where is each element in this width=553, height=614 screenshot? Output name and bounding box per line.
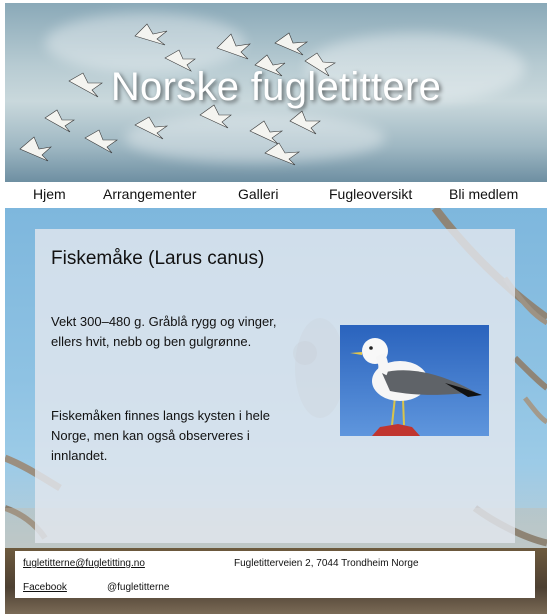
header-banner: Norske fugletittere xyxy=(5,3,547,182)
nav-item-hjem[interactable]: Hjem xyxy=(33,186,66,202)
footer-facebook-handle: @fugletitterne xyxy=(107,582,170,593)
footer-facebook-link[interactable]: Facebook xyxy=(23,582,67,593)
main-nav: Hjem Arrangementer Galleri Fugleoversikt… xyxy=(5,182,547,208)
common-gull-photo xyxy=(340,325,489,436)
article-title: Fiskemåke (Larus canus) xyxy=(51,248,265,269)
nav-item-galleri[interactable]: Galleri xyxy=(238,186,278,202)
footer-address: Fugletitterveien 2, 7044 Trondheim Norge xyxy=(234,558,419,569)
article-paragraph-1: Vekt 300–480 g. Gråblå rygg og vinger, e… xyxy=(51,314,277,349)
nav-item-bli-medlem[interactable]: Bli medlem xyxy=(449,186,518,202)
nav-item-arrangementer[interactable]: Arrangementer xyxy=(103,186,196,202)
footer-email-link[interactable]: fugletitterne@fugletitting.no xyxy=(23,558,145,569)
site-title: Norske fugletittere xyxy=(110,65,442,109)
nav-item-fugleoversikt[interactable]: Fugleoversikt xyxy=(329,186,412,202)
article-paragraph-2: Fiskemåken finnes langs kysten i hele No… xyxy=(51,408,270,463)
